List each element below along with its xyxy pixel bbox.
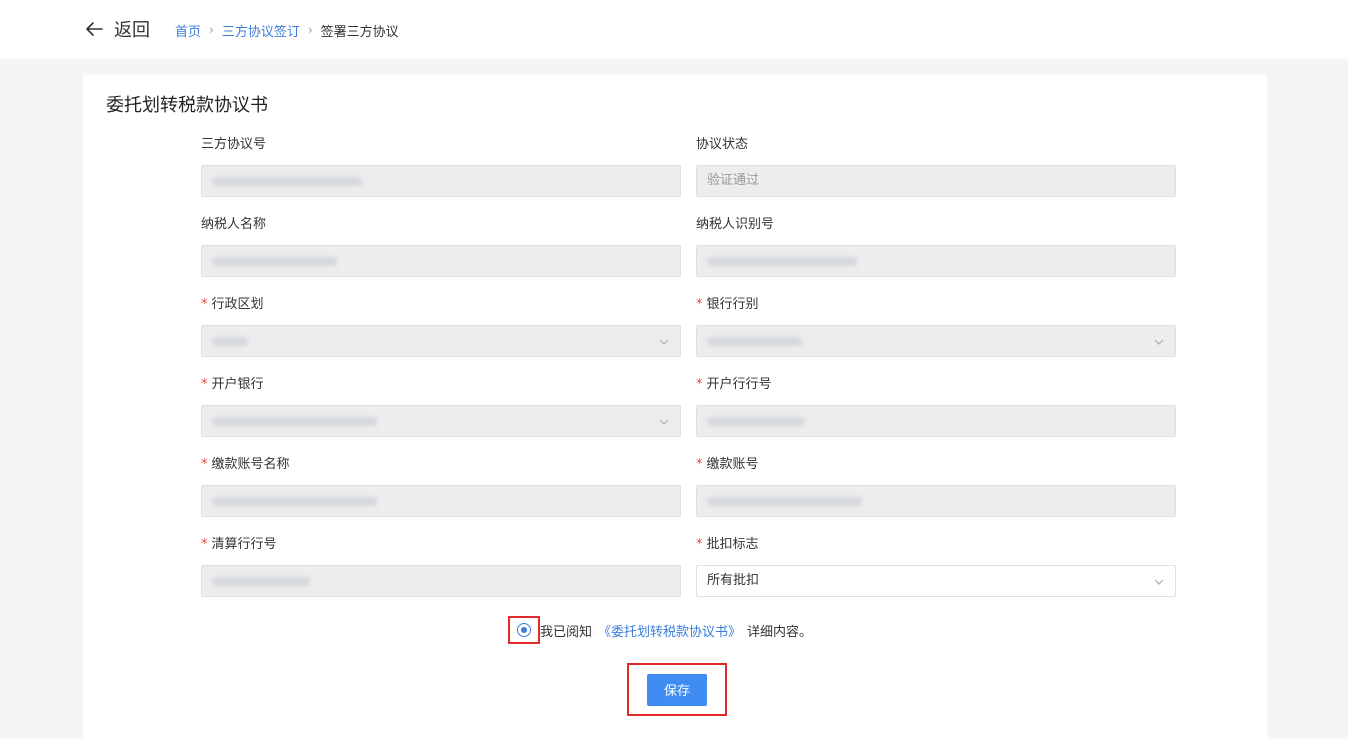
required-mark: * [201, 457, 208, 472]
chevron-down-icon [1154, 339, 1164, 345]
clearing-bank-code-input[interactable] [201, 565, 681, 597]
redacted-value [212, 337, 248, 346]
opening-bank-select[interactable] [201, 405, 681, 437]
required-mark: * [201, 537, 208, 552]
agreement-no-input[interactable] [201, 165, 681, 197]
field-label: 三方协议号 [201, 137, 267, 152]
payment-account-input[interactable] [696, 485, 1176, 517]
redacted-value [707, 257, 857, 266]
required-mark: * [696, 377, 703, 392]
agreement-link[interactable]: 《委托划转税款协议书》 [598, 621, 741, 640]
field-label: * 开户行行号 [696, 377, 772, 392]
save-button[interactable]: 保存 [647, 673, 707, 706]
bank-code-input[interactable] [696, 405, 1176, 437]
chevron-down-icon [659, 339, 669, 345]
batch-deduction-select[interactable]: 所有批扣 [696, 565, 1176, 597]
field-bank-code: * 开户行行号 [696, 375, 1176, 437]
chevron-down-icon [1154, 579, 1164, 585]
field-clearing-bank-code: * 清算行行号 [201, 535, 681, 597]
field-label: * 缴款账号名称 [201, 457, 290, 472]
field-agreement-status: 协议状态 验证通过 [696, 135, 1176, 197]
field-label: 纳税人名称 [201, 217, 267, 232]
required-mark: * [201, 377, 208, 392]
redacted-value [707, 337, 802, 346]
back-label: 返回 [114, 20, 150, 41]
bank-type-select[interactable] [696, 325, 1176, 357]
redacted-value [707, 497, 862, 506]
redacted-value [212, 177, 362, 186]
redacted-value [707, 417, 805, 426]
field-label: * 清算行行号 [201, 537, 277, 552]
payment-account-name-input[interactable] [201, 485, 681, 517]
required-mark: * [696, 457, 703, 472]
radio-checked-icon [517, 623, 531, 637]
redacted-value [212, 257, 337, 266]
page-title: 委托划转税款协议书 [106, 95, 268, 116]
field-label: * 开户银行 [201, 377, 264, 392]
field-label: 纳税人识别号 [696, 217, 775, 232]
agreement-status-input[interactable]: 验证通过 [696, 165, 1176, 197]
required-mark: * [201, 297, 208, 312]
field-payment-account-name: * 缴款账号名称 [201, 455, 681, 517]
field-opening-bank: * 开户银行 [201, 375, 681, 437]
required-mark: * [696, 537, 703, 552]
field-batch-deduction: * 批扣标志 所有批扣 [696, 535, 1176, 597]
field-value: 验证通过 [707, 173, 760, 188]
breadcrumb-section[interactable]: 三方协议签订 [222, 21, 300, 40]
field-label: 协议状态 [696, 137, 749, 152]
redacted-value [212, 417, 377, 426]
field-payment-account: * 缴款账号 [696, 455, 1176, 517]
agreement-row: 我已阅知 《委托划转税款协议书》 详细内容。 [508, 615, 812, 645]
field-value: 所有批扣 [707, 573, 760, 588]
arrow-left-icon [86, 22, 103, 36]
taxpayer-id-input[interactable] [696, 245, 1176, 277]
agreement-suffix: 详细内容。 [747, 624, 813, 640]
agreement-prefix: 我已阅知 [540, 624, 593, 640]
breadcrumb-home[interactable]: 首页 [175, 21, 201, 40]
save-highlight: 保存 [627, 663, 727, 716]
field-label: * 缴款账号 [696, 457, 759, 472]
field-label: * 银行行别 [696, 297, 759, 312]
agreement-radio[interactable] [508, 616, 540, 644]
redacted-value [212, 577, 310, 586]
agreement-form-card: 委托划转税款协议书 三方协议号 协议状态 验证通过 纳税人名称 纳税人识别号 *… [83, 75, 1267, 739]
field-admin-region: * 行政区划 [201, 295, 681, 357]
top-bar: 返回 首页 › 三方协议签订 › 签署三方协议 [0, 0, 1348, 59]
chevron-right-icon: › [307, 23, 313, 37]
admin-region-select[interactable] [201, 325, 681, 357]
chevron-right-icon: › [209, 23, 214, 37]
field-bank-type: * 银行行别 [696, 295, 1176, 357]
redacted-value [212, 497, 377, 506]
field-taxpayer-name: 纳税人名称 [201, 215, 681, 277]
chevron-down-icon [659, 419, 669, 425]
field-agreement-no: 三方协议号 [201, 135, 681, 197]
back-button[interactable]: 返回 [84, 17, 150, 41]
breadcrumb: 首页 › 三方协议签订 › 签署三方协议 [175, 21, 399, 40]
field-label: * 批扣标志 [696, 537, 759, 552]
taxpayer-name-input[interactable] [201, 245, 681, 277]
required-mark: * [696, 297, 703, 312]
breadcrumb-current: 签署三方协议 [320, 24, 399, 40]
field-taxpayer-id: 纳税人识别号 [696, 215, 1176, 277]
field-label: * 行政区划 [201, 297, 264, 312]
